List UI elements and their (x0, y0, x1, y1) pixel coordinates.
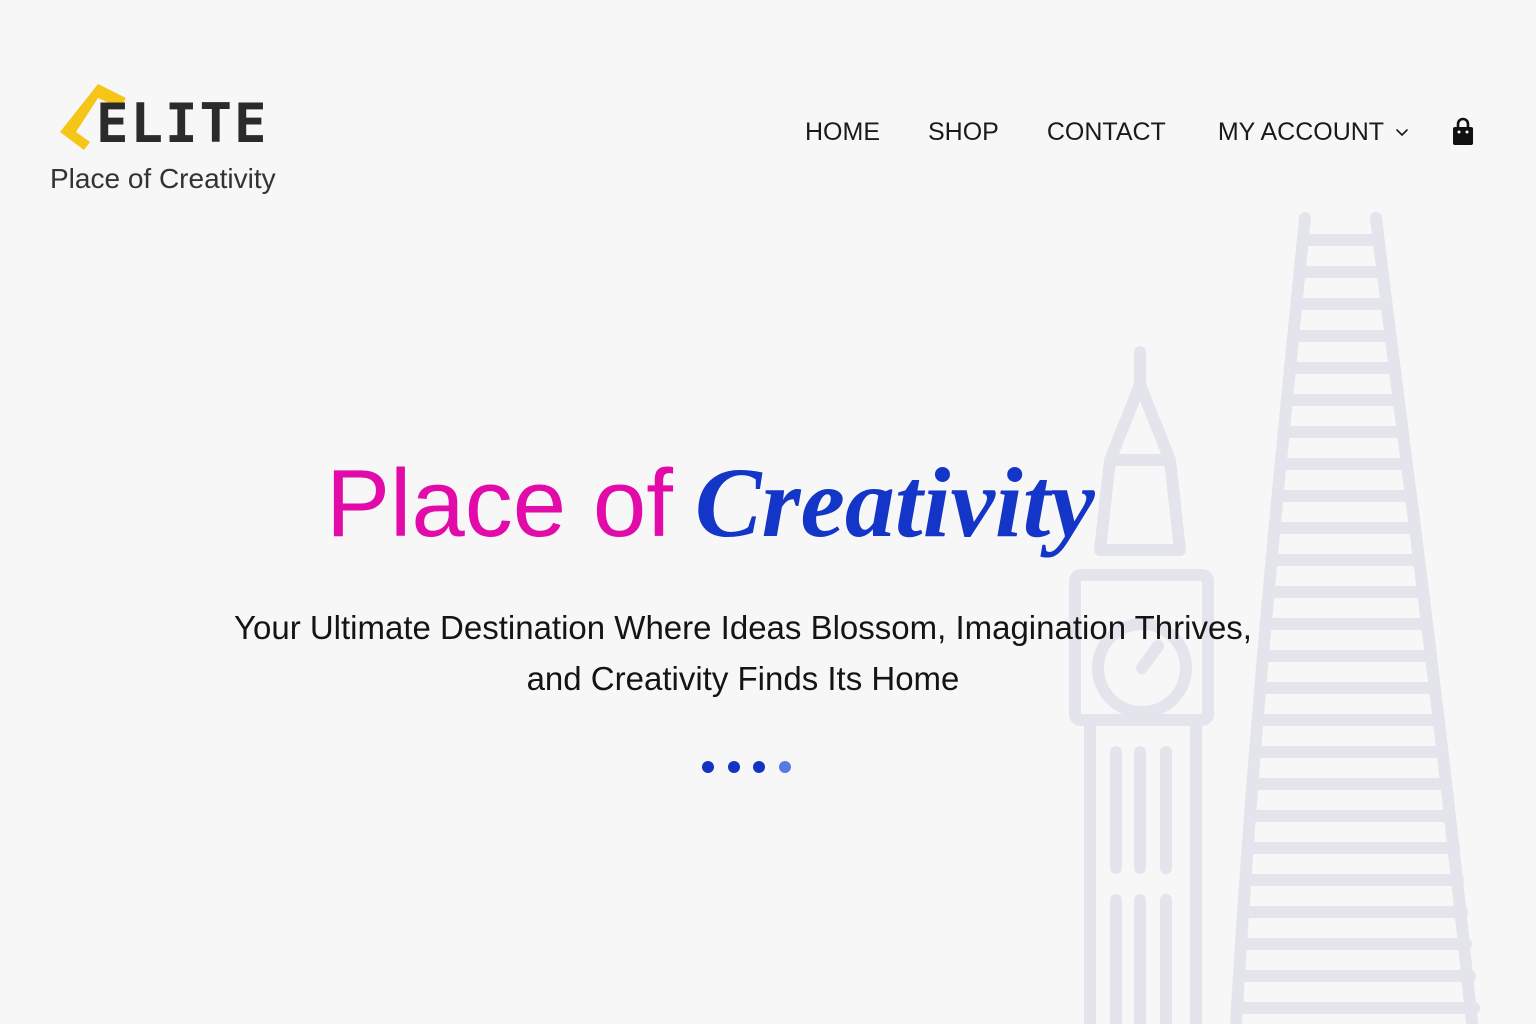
nav-contact-link[interactable]: CONTACT (1047, 112, 1166, 152)
nav-my-account-dropdown[interactable]: MY ACCOUNT (1218, 112, 1410, 152)
brand-logo[interactable]: ELITE Place of Creativity (50, 68, 320, 208)
slider-dot-2[interactable] (727, 761, 740, 773)
nav-shop-link[interactable]: SHOP (928, 112, 999, 152)
slider-dot-3[interactable] (753, 761, 765, 773)
hero-section: Place of Creativity Your Ultimate Destina… (0, 430, 1536, 850)
nav-home-link[interactable]: HOME (805, 112, 880, 152)
chevron-down-icon (1396, 129, 1408, 136)
main-navigation: HOME SHOP CONTACT MY ACCOUNT (805, 112, 1476, 152)
nav-my-account-label: MY ACCOUNT (1217, 118, 1385, 146)
nav-shop-label: SHOP (928, 118, 999, 146)
hero-title-plain: Place of (326, 450, 673, 557)
slider-dot-4-active[interactable] (778, 761, 791, 773)
hero-title: Place of Creativity (326, 448, 1095, 558)
slider-pagination (702, 760, 791, 774)
hero-subtitle-line-2: and Creativity Finds Its Home (526, 660, 960, 697)
logo-wordmark: ELITE (96, 92, 269, 155)
site-header: ELITE Place of Creativity HOME SHOP CONT… (0, 0, 1536, 220)
nav-home-label: HOME (805, 118, 880, 146)
hero-subtitle-line-1: Your Ultimate Destination Where Ideas Bl… (234, 609, 1252, 646)
site-tagline: Place of Creativity (50, 163, 276, 194)
slider-dot-1[interactable] (702, 761, 714, 773)
shopping-bag-icon[interactable] (1450, 117, 1476, 147)
hero-subtitle: Your Ultimate Destination Where Ideas Bl… (168, 602, 1318, 704)
nav-contact-label: CONTACT (1046, 118, 1166, 146)
hero-title-accent: Creativity (694, 447, 1095, 558)
